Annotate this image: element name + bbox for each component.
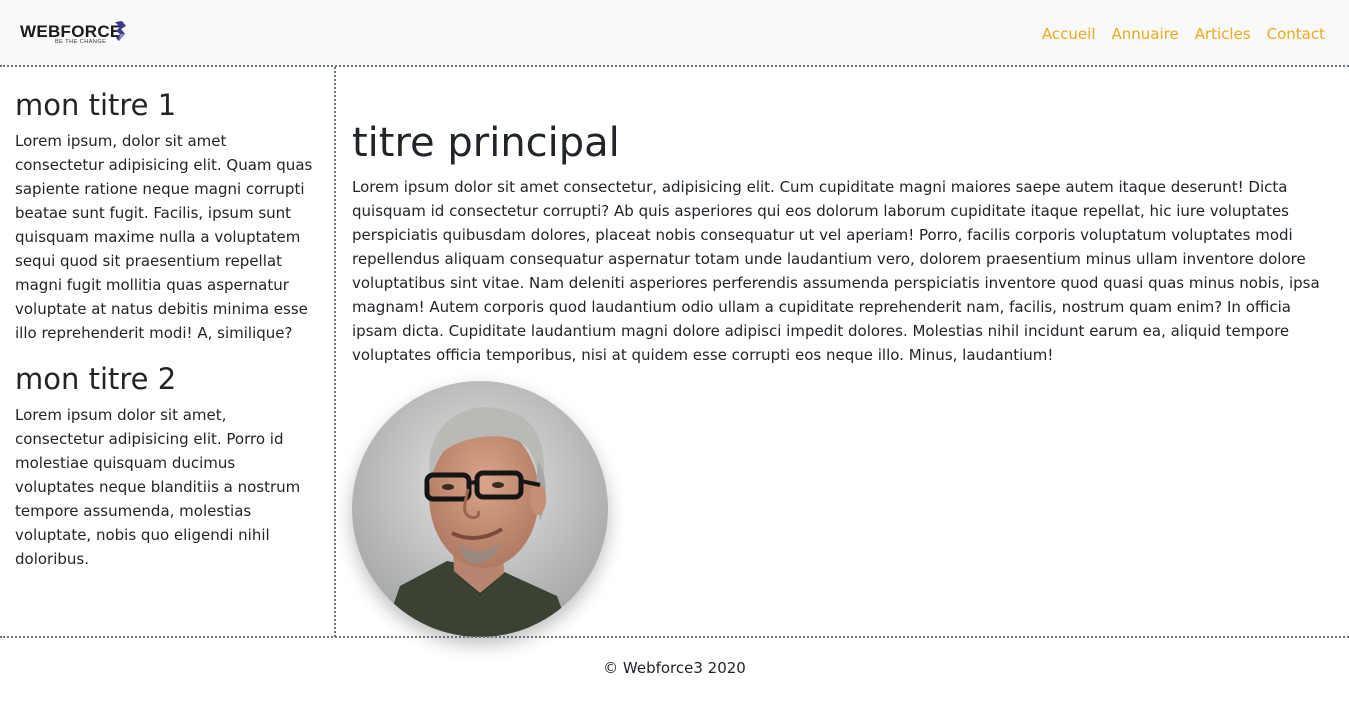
nav-link-annuaire[interactable]: Annuaire [1111,24,1178,44]
navbar: WEBFORCE BE THE CHANGE Accueil Annuaire … [0,0,1349,67]
nav-link-contact[interactable]: Contact [1267,24,1325,44]
portrait-photo [352,381,608,637]
sidebar: mon titre 1 Lorem ipsum, dolor sit amet … [0,67,336,637]
main-content: titre principal Lorem ipsum dolor sit am… [336,67,1349,637]
main-nav: Accueil Annuaire Articles Contact [1042,24,1325,44]
nav-link-accueil[interactable]: Accueil [1042,24,1096,44]
page-title: titre principal [352,120,620,166]
webforce-logo-icon [115,21,126,41]
footer: © Webforce3 2020 [0,658,1349,678]
footer-divider [0,636,1349,638]
copyright-text: © Webforce3 2020 [603,659,746,677]
brand-tagline: BE THE CHANGE [55,39,107,45]
nav-link-articles[interactable]: Articles [1195,24,1251,44]
brand-logo[interactable]: WEBFORCE BE THE CHANGE [20,18,130,50]
sidebar-text-2: Lorem ipsum dolor sit amet, consectetur … [15,406,301,568]
sidebar-title-2: mon titre 2 [15,362,177,396]
sidebar-text-1: Lorem ipsum, dolor sit amet consectetur … [15,132,313,342]
sidebar-title-1: mon titre 1 [15,88,177,122]
portrait-illustration [352,381,608,637]
main-paragraph: Lorem ipsum dolor sit amet consectetur, … [352,178,1320,364]
